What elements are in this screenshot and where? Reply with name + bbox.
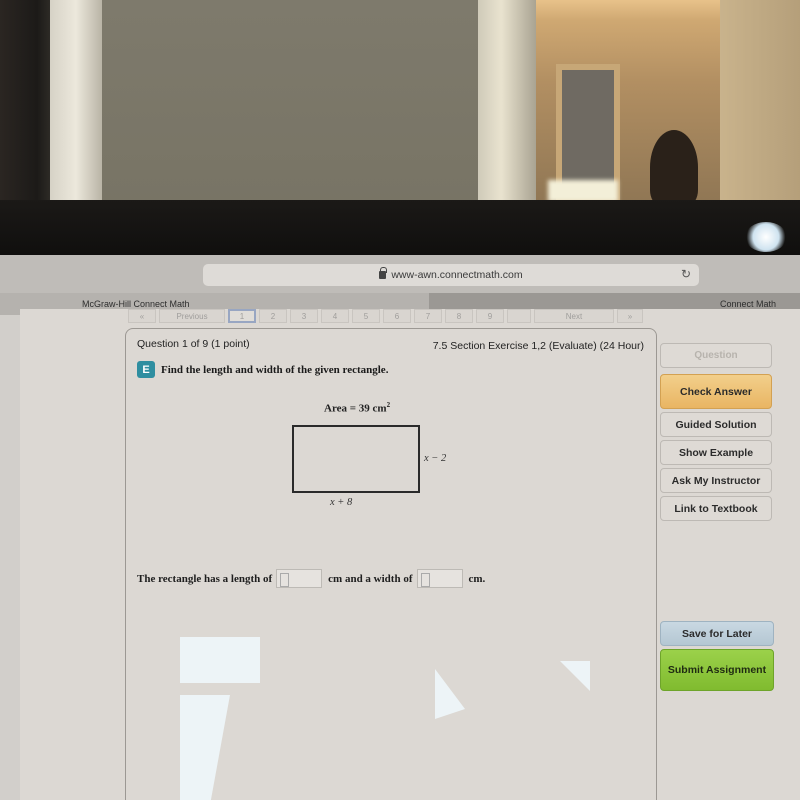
answer-text-1: The rectangle has a length of [137,572,273,585]
link-to-textbook-button[interactable]: Link to Textbook [660,496,772,521]
question-number-button[interactable]: 1 [228,309,256,323]
screen-glare [180,637,260,683]
browser-toolbar: www-awn.connectmath.com ↻ [0,255,800,293]
ask-my-instructor-button[interactable]: Ask My Instructor [660,468,772,493]
hallway-light [548,180,618,202]
show-example-button[interactable]: Show Example [660,440,772,465]
tab-label: Connect Math [719,299,776,309]
width-input[interactable] [416,569,463,588]
area-label: Area = 39 cm2 [324,401,390,415]
question-prompt: E Find the length and width of the given… [137,361,388,378]
question-number-button[interactable]: 3 [290,309,318,323]
url-text: www-awn.connectmath.com [391,269,523,281]
width-expression: x − 2 [424,453,447,464]
wall [102,0,482,205]
guided-solution-button[interactable]: Guided Solution [660,412,772,437]
rectangle-shape [292,425,420,493]
question-number-button[interactable]: 5 [352,309,380,323]
question-navigation: « Previous 1 2 3 4 5 6 7 8 9 Next » [128,309,688,325]
door-frame [478,0,536,205]
area-exponent: 2 [386,401,391,409]
check-answer-button[interactable]: Check Answer [660,374,772,409]
next-label: Next [565,311,583,321]
length-input[interactable] [276,569,323,588]
number-label: 2 [270,311,276,321]
question-number-button[interactable]: 7 [414,309,442,323]
question-number-button[interactable]: 4 [321,309,349,323]
background-room [0,0,800,205]
exercise-badge-icon: E [137,361,155,378]
connect-math-page: « Previous 1 2 3 4 5 6 7 8 9 Next » Ques… [20,309,800,800]
question-number-button[interactable]: 9 [476,309,504,323]
door-frame [50,0,102,205]
section-title: 7.5 Section Exercise 1,2 (Evaluate) (24 … [432,340,644,352]
save-for-later-button[interactable]: Save for Later [660,621,774,646]
question-button[interactable]: Question [660,343,772,368]
laptop-screen: www-awn.connectmath.com ↻ McGraw-Hill Co… [0,255,800,800]
door-panel [720,0,800,205]
number-label: 8 [456,311,462,321]
address-bar[interactable]: www-awn.connectmath.com ↻ [203,264,699,286]
previous-label: Previous [176,311,208,321]
tools-column: Question Check Answer Guided Solution Sh… [660,343,778,694]
answer-text-2: cm and a width of [328,572,413,585]
lock-icon [379,267,388,279]
tab-label: McGraw-Hill Connect Math [82,299,190,309]
first-label: « [139,311,145,321]
number-label: 5 [363,311,369,321]
number-label: 7 [425,311,431,321]
prompt-text: Find the length and width of the given r… [161,363,389,376]
length-expression: x + 8 [330,497,353,508]
light-glare [745,222,787,252]
rectangle-figure: Area = 39 cm2 x − 2 x + 8 [290,401,490,521]
question-header: Question 1 of 9 (1 point) [137,338,250,350]
last-question-button[interactable]: » [617,309,643,323]
next-button[interactable]: Next [534,309,614,323]
last-label: » [627,311,633,321]
photo-stage: www-awn.connectmath.com ↻ McGraw-Hill Co… [0,0,800,800]
number-label: 9 [487,311,493,321]
question-number-button[interactable]: 8 [445,309,473,323]
number-label: 3 [301,311,307,321]
number-label: 4 [332,311,338,321]
laptop-bezel [0,200,800,260]
length-field[interactable] [277,570,322,587]
submit-assignment-button[interactable]: Submit Assignment [660,649,774,691]
question-number-button[interactable]: 2 [259,309,287,323]
first-question-button[interactable]: « [128,309,156,323]
width-field[interactable] [417,570,462,587]
number-label: 1 [239,311,245,321]
answer-sentence: The rectangle has a length of cm and a w… [137,569,485,588]
hanging-object [650,130,698,205]
number-label: 6 [394,311,400,321]
area-text: Area = 39 cm [324,402,387,415]
question-number-button[interactable]: 6 [383,309,411,323]
spacer [507,309,531,323]
previous-button[interactable]: Previous [159,309,225,323]
reload-icon[interactable]: ↻ [681,267,691,281]
answer-text-3: cm. [468,572,486,585]
